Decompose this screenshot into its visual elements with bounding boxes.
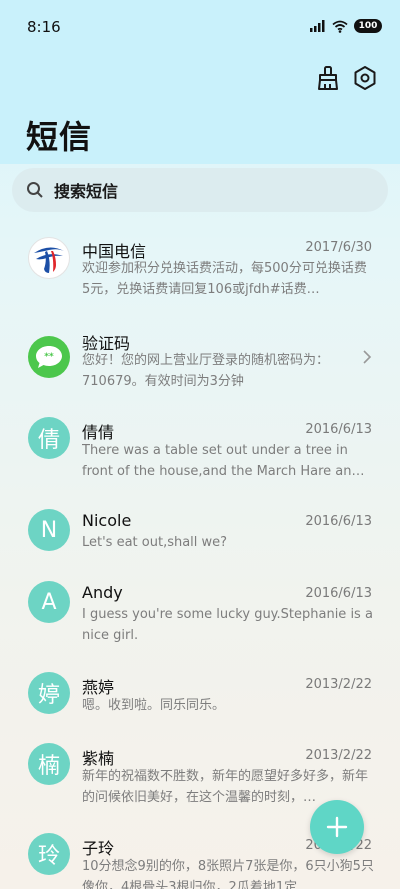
plus-icon <box>326 816 348 838</box>
conversation-date: 2016/6/13 <box>305 422 372 437</box>
conversation-date: 2016/6/13 <box>305 514 372 529</box>
conversation-snippet: 您好！您的网上营业厅登录的随机密码为：710679。有效时间为3分钟 <box>82 353 330 389</box>
conversation-date: 2016/6/13 <box>305 586 372 601</box>
battery-icon: 100 <box>354 19 382 33</box>
message-bubble-icon: ** <box>28 336 70 378</box>
status-time: 8:16 <box>27 18 61 36</box>
conversation-row-nicole[interactable]: N Nicole 2016/6/13 Let's eat out,shall w… <box>0 508 400 564</box>
search-bar[interactable]: 搜索短信 <box>12 168 388 212</box>
status-bar: 8:16 100 <box>0 0 400 56</box>
conversation-snippet: 欢迎参加积分兑换话费活动，每500分可兑换话费5元，兑换话费请回复106或jfd… <box>82 261 367 297</box>
conversation-row-andy[interactable]: A Andy 2016/6/13 I guess you're some luc… <box>0 580 400 656</box>
avatar: 倩 <box>28 417 70 459</box>
conversation-date: 2013/2/22 <box>305 677 372 692</box>
conversation-row-verification[interactable]: ** 验证码 您好！您的网上营业厅登录的随机密码为：710679。有效时间为3分… <box>0 326 400 396</box>
conversation-name: Nicole <box>82 511 132 530</box>
search-icon <box>27 182 43 198</box>
conversation-date: 2017/6/30 <box>305 240 372 255</box>
conversation-snippet: There was a table set out under a tree i… <box>82 443 365 479</box>
avatar: A <box>28 581 70 623</box>
signal-icon <box>310 20 325 32</box>
wifi-icon <box>332 20 348 33</box>
conversation-row-yanting[interactable]: 婷 燕婷 2013/2/22 嗯。收到啦。同乐同乐。 <box>0 671 400 727</box>
conversation-snippet: 10分想念9别的你，8张照片7张是你，6只小狗5只像你，4根骨头3根归你，2瓜着… <box>82 859 374 889</box>
conversation-row-qianqian[interactable]: 倩 倩倩 2016/6/13 There was a table set out… <box>0 416 400 492</box>
new-message-button[interactable] <box>310 800 364 854</box>
conversation-snippet: 嗯。收到啦。同乐同乐。 <box>82 698 226 713</box>
chevron-right-icon <box>363 350 372 364</box>
conversation-date: 2013/2/22 <box>305 748 372 763</box>
broom-icon[interactable] <box>312 62 344 94</box>
status-icons: 100 <box>310 19 382 33</box>
conversation-snippet: I guess you're some lucky guy.Stephanie … <box>82 607 373 643</box>
avatar: N <box>28 509 70 551</box>
avatar: 楠 <box>28 743 70 785</box>
conversation-row-china-telecom[interactable]: 中国电信 2017/6/30 欢迎参加积分兑换话费活动，每500分可兑换话费5元… <box>0 228 400 308</box>
conversation-snippet: Let's eat out,shall we? <box>82 535 228 550</box>
conversation-name: Andy <box>82 583 123 602</box>
avatar: 婷 <box>28 672 70 714</box>
page-title: 短信 <box>26 118 93 156</box>
avatar: 玲 <box>28 833 70 875</box>
search-label: 搜索短信 <box>54 182 119 201</box>
svg-text:**: ** <box>44 352 54 362</box>
settings-hex-icon[interactable] <box>349 62 381 94</box>
china-telecom-logo-icon <box>28 237 70 279</box>
